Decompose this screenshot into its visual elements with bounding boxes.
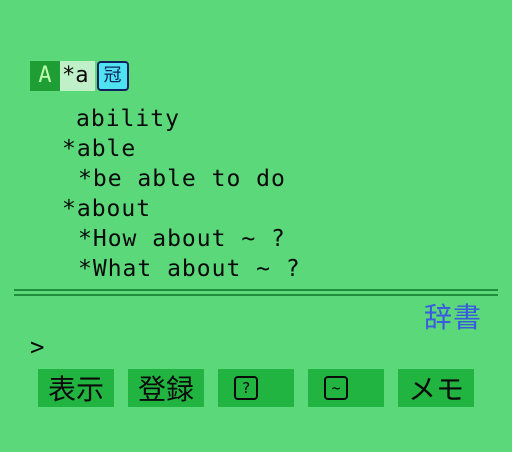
list-item[interactable]: *able — [62, 134, 136, 164]
list-item[interactable]: *about — [62, 194, 151, 224]
kanji-mode-badge[interactable]: 冠 — [96, 61, 129, 91]
divider-top — [14, 289, 498, 291]
wildcard-question-key[interactable]: ? — [218, 369, 294, 407]
register-key-label: 登録 — [137, 373, 194, 406]
function-key-bar: 表示 登録 ? ~ メモ — [38, 369, 474, 407]
search-row[interactable]: A *a 冠 — [30, 61, 129, 91]
list-item[interactable]: *be able to do — [78, 164, 286, 194]
display-key[interactable]: 表示 — [38, 369, 114, 407]
display-key-label: 表示 — [47, 373, 104, 406]
tilde-icon: ~ — [324, 376, 348, 400]
list-item[interactable]: *How about ~ ? — [78, 224, 286, 254]
search-query[interactable]: *a — [60, 61, 95, 91]
wildcard-tilde-key[interactable]: ~ — [308, 369, 384, 407]
command-prompt[interactable]: > — [30, 332, 44, 362]
register-key[interactable]: 登録 — [128, 369, 204, 407]
memo-key[interactable]: メモ — [398, 369, 474, 407]
question-mark-icon: ? — [234, 376, 258, 400]
dictionary-label: 辞書 — [423, 301, 482, 334]
list-item[interactable]: *What about ~ ? — [78, 254, 301, 284]
input-mode-badge[interactable]: A — [30, 61, 60, 91]
memo-key-label: メモ — [407, 373, 464, 406]
list-item[interactable]: ability — [76, 104, 180, 134]
